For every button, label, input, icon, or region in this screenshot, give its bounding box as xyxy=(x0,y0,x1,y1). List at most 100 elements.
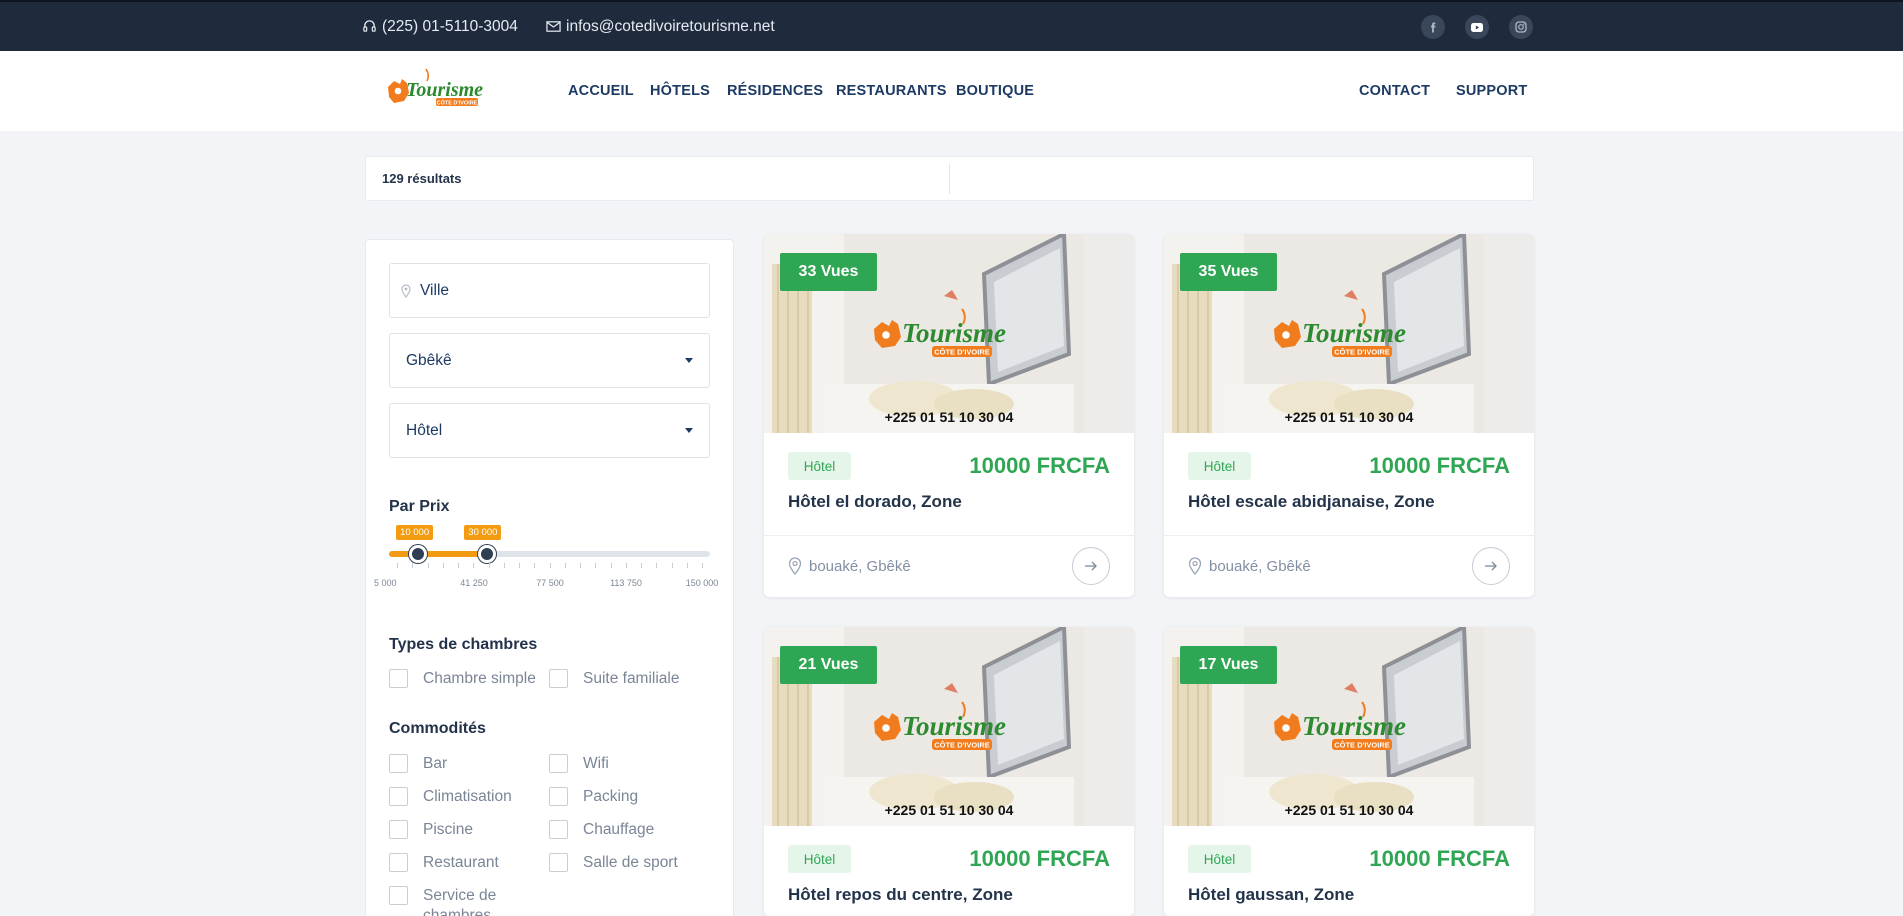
price-max-handle[interactable] xyxy=(478,545,497,563)
tourisme-logo-icon: Tourisme CÔTE D'IVOIRE xyxy=(388,68,483,107)
price-tick-label: 113 750 xyxy=(610,578,642,588)
map-pin-icon xyxy=(788,557,802,575)
checkbox-box[interactable] xyxy=(549,787,568,806)
price-min-tooltip: 10 000 xyxy=(396,525,434,540)
map-pin-icon xyxy=(1188,557,1202,575)
category-select[interactable]: Hôtel xyxy=(389,403,710,458)
svg-text:Tourisme: Tourisme xyxy=(902,318,1006,348)
listing-type-tag: Hôtel xyxy=(1188,845,1251,873)
listing-location: bouaké, Gbêkê xyxy=(1188,552,1311,580)
checkbox-box[interactable] xyxy=(549,669,568,688)
checkbox-box[interactable] xyxy=(389,787,408,806)
checkbox-label: Chambre simple xyxy=(423,670,536,687)
results-count: 129 résultats xyxy=(382,171,462,186)
checkbox-chambre-simple[interactable]: Chambre simple xyxy=(389,669,536,689)
price-filter-title: Par Prix xyxy=(389,498,450,515)
photo-phone-number: +225 01 51 10 30 04 xyxy=(1284,802,1414,818)
card-divider xyxy=(764,535,1134,536)
checkbox-box[interactable] xyxy=(389,853,408,872)
checkbox-box[interactable] xyxy=(389,669,408,688)
arrow-right-icon xyxy=(1485,561,1497,571)
price-slider-tick xyxy=(656,563,658,568)
views-badge: 17 Vues xyxy=(1180,646,1277,684)
price-slider-tick xyxy=(503,563,505,568)
checkbox-piscine[interactable]: Piscine xyxy=(389,820,473,840)
nav-boutique[interactable]: BOUTIQUE xyxy=(956,51,1034,131)
view-listing-button[interactable] xyxy=(1472,547,1510,585)
listing-card[interactable]: Tourisme CÔTE D'IVOIRE 35 Vues +225 01 5… xyxy=(1164,234,1534,597)
checkbox-bar[interactable]: Bar xyxy=(389,754,447,774)
listing-card[interactable]: Tourisme CÔTE D'IVOIRE 33 Vues +225 01 5… xyxy=(764,234,1134,597)
contact-email[interactable]: infos@cotedivoiretourisme.net xyxy=(546,2,775,51)
facebook-icon xyxy=(1430,21,1436,33)
price-slider-tick xyxy=(442,563,444,568)
checkbox-packing[interactable]: Packing xyxy=(549,787,638,807)
price-slider-tick xyxy=(610,563,612,568)
checkbox-service-de-chambres[interactable]: Service de chambres xyxy=(389,886,529,916)
youtube-link[interactable] xyxy=(1465,15,1489,39)
checkbox-salle-de-sport[interactable]: Salle de sport xyxy=(549,853,678,873)
price-slider-tick xyxy=(549,563,551,568)
checkbox-label: Chauffage xyxy=(583,821,655,838)
envelope-icon xyxy=(546,21,561,32)
price-min-handle[interactable] xyxy=(409,545,428,563)
nav-contact[interactable]: CONTACT xyxy=(1359,51,1430,131)
listing-type-tag: Hôtel xyxy=(788,845,851,873)
results-bar-divider xyxy=(949,163,950,194)
checkbox-box[interactable] xyxy=(389,886,408,905)
price-slider-tick xyxy=(564,563,566,568)
listing-title[interactable]: Hôtel repos du centre, Zone xyxy=(788,885,1013,905)
checkbox-box[interactable] xyxy=(389,754,408,773)
site-logo[interactable]: Tourisme CÔTE D'IVOIRE xyxy=(386,67,488,115)
instagram-icon xyxy=(1515,21,1527,33)
listing-location-text: bouaké, Gbêkê xyxy=(809,557,911,575)
city-placeholder: Ville xyxy=(420,281,450,299)
filter-sidebar: Ville Gbêkê Hôtel Par Prix 10 000 30 000… xyxy=(365,239,734,916)
checkbox-label: Wifi xyxy=(583,755,609,772)
checkbox-label: Service de chambres xyxy=(423,887,497,916)
nav-accueil[interactable]: ACCUEIL xyxy=(568,51,634,131)
checkbox-restaurant[interactable]: Restaurant xyxy=(389,853,499,873)
checkbox-climatisation[interactable]: Climatisation xyxy=(389,787,512,807)
city-input[interactable]: Ville xyxy=(389,263,710,318)
checkbox-box[interactable] xyxy=(389,820,408,839)
facebook-link[interactable] xyxy=(1421,15,1445,39)
listing-card[interactable]: Tourisme CÔTE D'IVOIRE 21 Vues +225 01 5… xyxy=(764,627,1134,916)
region-select[interactable]: Gbêkê xyxy=(389,333,710,388)
checkbox-label: Suite familiale xyxy=(583,670,680,687)
youtube-icon xyxy=(1471,22,1483,32)
view-listing-button[interactable] xyxy=(1072,547,1110,585)
listing-title[interactable]: Hôtel gaussan, Zone xyxy=(1188,885,1354,905)
listing-card[interactable]: Tourisme CÔTE D'IVOIRE 17 Vues +225 01 5… xyxy=(1164,627,1534,916)
listing-price: 10000 FRCFA xyxy=(1369,846,1510,871)
card-divider xyxy=(1164,535,1534,536)
views-badge: 35 Vues xyxy=(1180,253,1277,291)
nav-restaurants[interactable]: RESTAURANTS xyxy=(836,51,947,131)
listing-price: 10000 FRCFA xyxy=(1369,453,1510,478)
price-tick-label: 5 000 xyxy=(374,578,397,588)
checkbox-label: Climatisation xyxy=(423,788,512,805)
top-bar: (225) 01-5110-3004 infos@cotedivoiretour… xyxy=(0,0,1903,51)
listing-type-tag: Hôtel xyxy=(788,452,851,480)
listing-title[interactable]: Hôtel escale abidjanaise, Zone xyxy=(1188,492,1435,512)
svg-text:CÔTE D'IVOIRE: CÔTE D'IVOIRE xyxy=(437,99,478,107)
photo-phone-number: +225 01 51 10 30 04 xyxy=(884,409,1014,425)
checkbox-label: Restaurant xyxy=(423,854,499,871)
nav-residences[interactable]: RÉSIDENCES xyxy=(727,51,823,131)
checkbox-label: Salle de sport xyxy=(583,854,678,871)
listing-title[interactable]: Hôtel el dorado, Zone xyxy=(788,492,962,512)
listing-price: 10000 FRCFA xyxy=(969,453,1110,478)
contact-phone[interactable]: (225) 01-5110-3004 xyxy=(362,2,518,51)
results-bar: 129 résultats xyxy=(365,156,1534,201)
instagram-link[interactable] xyxy=(1509,15,1533,39)
checkbox-box[interactable] xyxy=(549,820,568,839)
nav-hotels[interactable]: HÔTELS xyxy=(650,51,710,131)
svg-text:CÔTE D'IVOIRE: CÔTE D'IVOIRE xyxy=(1334,348,1390,357)
price-slider-tick xyxy=(519,563,520,568)
nav-support[interactable]: SUPPORT xyxy=(1456,51,1528,131)
checkbox-box[interactable] xyxy=(549,853,568,872)
checkbox-box[interactable] xyxy=(549,754,568,773)
checkbox-wifi[interactable]: Wifi xyxy=(549,754,609,774)
checkbox-chauffage[interactable]: Chauffage xyxy=(549,820,654,840)
checkbox-suite-familiale[interactable]: Suite familiale xyxy=(549,669,680,689)
